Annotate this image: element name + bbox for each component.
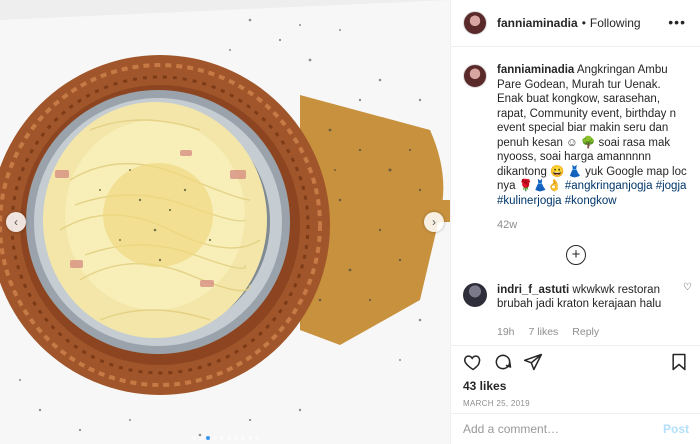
caption-age[interactable]: 42w (497, 218, 688, 233)
heart-icon[interactable] (463, 352, 483, 372)
plus-circle-icon[interactable]: + (566, 244, 586, 265)
carousel-dot (191, 436, 196, 440)
carousel-dot (240, 436, 245, 440)
share-icon[interactable] (523, 352, 543, 372)
comment-username[interactable]: indri_f_astuti (497, 284, 569, 296)
comments-section: fanniaminadia Angkringan Ambu Pare Godea… (451, 47, 700, 338)
comment-input[interactable] (463, 422, 663, 436)
add-comment-bar: Post (451, 413, 700, 444)
comment-meta: 19h 7 likes Reply (497, 326, 688, 338)
post-button[interactable]: Post (663, 422, 689, 436)
avatar[interactable] (463, 282, 487, 307)
post-header: fanniaminadia • Following ••• (451, 0, 700, 47)
comment-body: indri_f_astuti wkwkwk restoran brubah ja… (497, 283, 688, 312)
carousel-dot (233, 436, 238, 440)
post-date[interactable]: MARCH 25, 2019 (463, 399, 689, 408)
comment-age[interactable]: 19h (497, 326, 515, 338)
hashtag[interactable]: #jogja (656, 180, 687, 192)
carousel-dots (0, 436, 450, 440)
instagram-post-view: ‹ › fanniaminadia • Following ••• fannia… (0, 0, 700, 444)
reply-button[interactable]: Reply (572, 326, 599, 338)
hashtag[interactable]: #angkringanjogja (565, 180, 653, 192)
caption: fanniaminadia Angkringan Ambu Pare Godea… (463, 63, 688, 233)
avatar[interactable] (463, 64, 487, 88)
post-actions: 43 likes MARCH 25, 2019 (451, 345, 700, 410)
chevron-right-icon[interactable]: › (424, 212, 444, 232)
caption-body: fanniaminadia Angkringan Ambu Pare Godea… (497, 63, 688, 233)
caption-username[interactable]: fanniaminadia (497, 64, 574, 76)
carousel-dot (219, 436, 224, 440)
carousel-dot-active (205, 436, 210, 440)
hashtag[interactable]: #kongkow (565, 195, 617, 207)
carousel-dot (226, 436, 231, 440)
bookmark-icon[interactable] (669, 352, 689, 372)
chevron-left-icon[interactable]: ‹ (6, 212, 26, 232)
heart-icon[interactable]: ♡ (683, 282, 692, 293)
follow-status[interactable]: Following (590, 16, 641, 30)
header-separator: • (581, 16, 586, 30)
avatar[interactable] (463, 11, 487, 35)
carousel-dot (198, 436, 203, 440)
comment-row: indri_f_astuti wkwkwk restoran brubah ja… (463, 282, 688, 312)
carousel-dot (254, 436, 259, 440)
likes-count[interactable]: 43 likes (463, 379, 689, 393)
pasta-photo-illustration (0, 0, 450, 444)
post-sidebar: fanniaminadia • Following ••• fanniamina… (450, 0, 700, 444)
carousel-dot (212, 436, 217, 440)
comment-icon[interactable] (493, 352, 513, 372)
action-icons (463, 348, 689, 376)
post-username[interactable]: fanniaminadia (497, 16, 578, 30)
post-photo[interactable]: ‹ › (0, 0, 450, 444)
carousel-dot (247, 436, 252, 440)
more-options-icon[interactable]: ••• (668, 14, 686, 30)
caption-text: Angkringan Ambu Pare Godean, Murah tur U… (497, 64, 687, 192)
hashtag[interactable]: #kulinerjogja (497, 195, 562, 207)
comment-likes[interactable]: 7 likes (529, 326, 559, 338)
